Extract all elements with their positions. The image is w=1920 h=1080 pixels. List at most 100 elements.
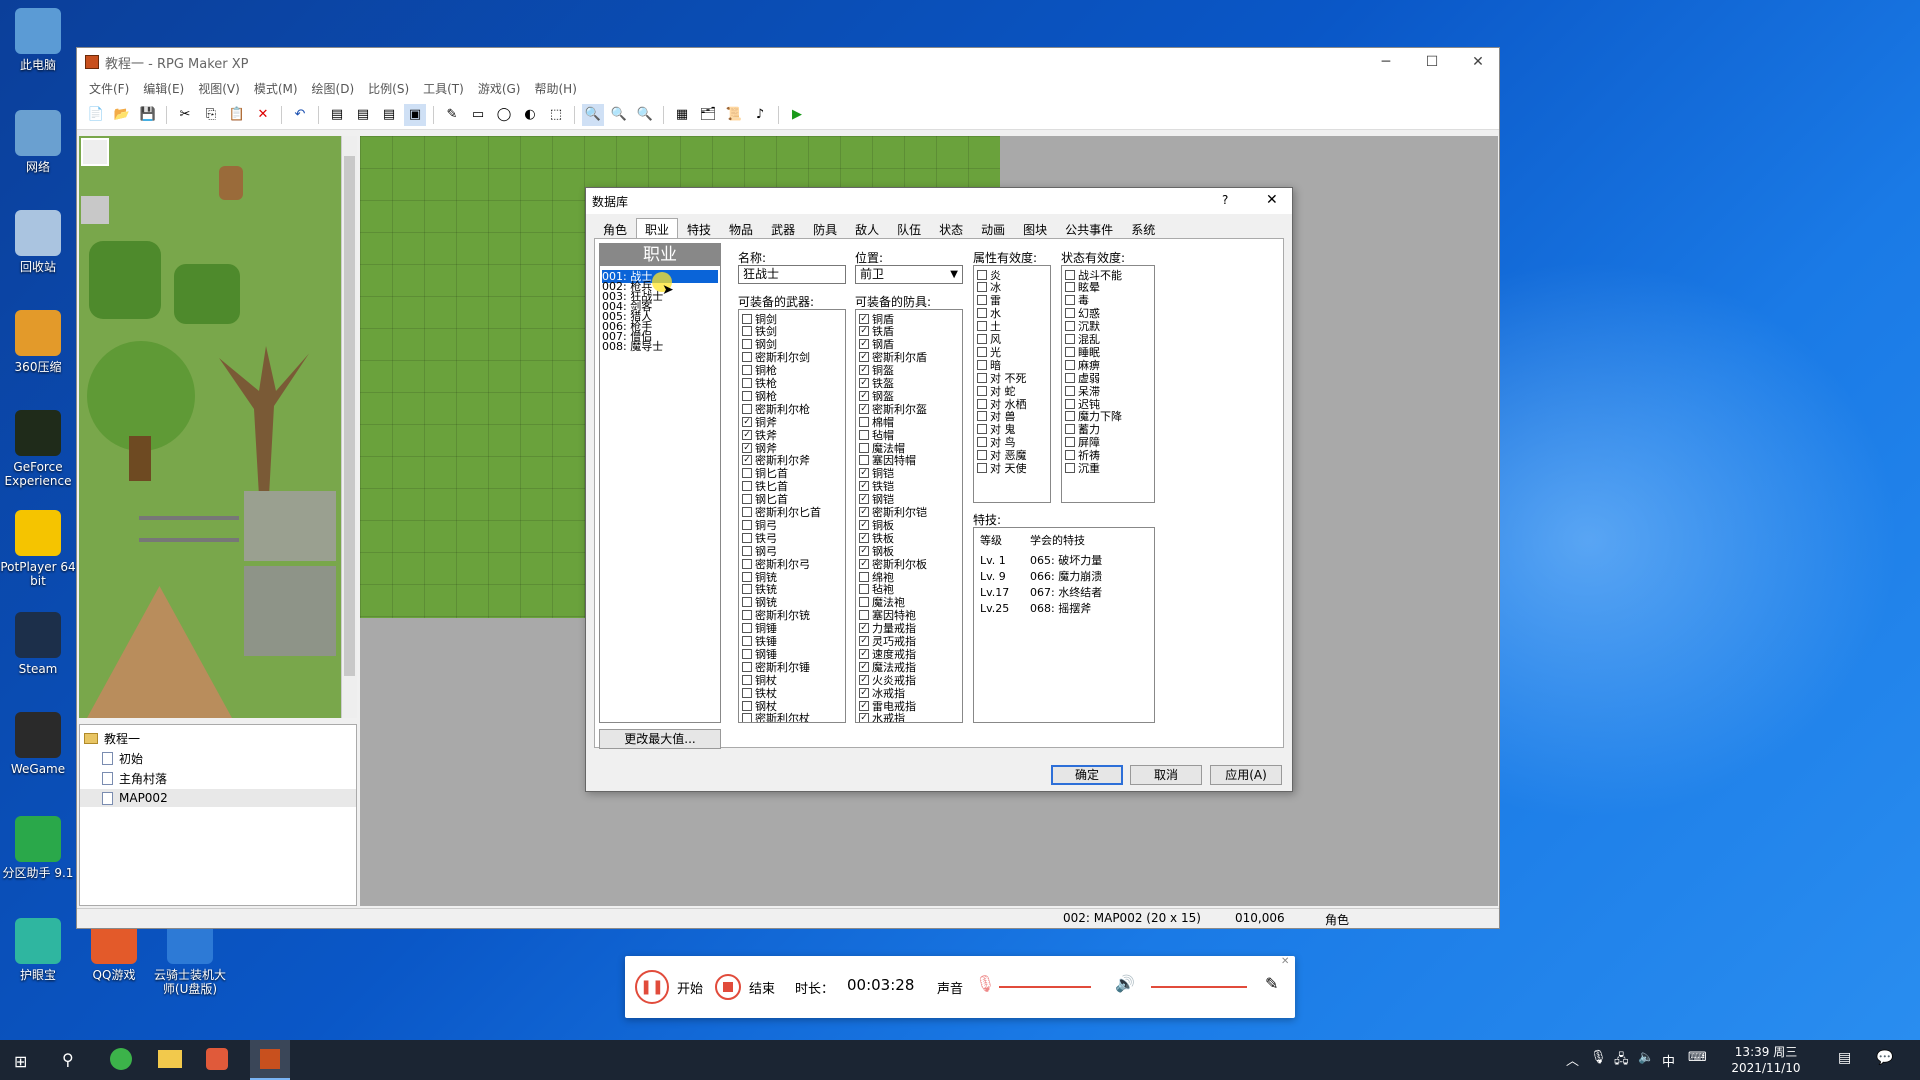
menu-item[interactable]: 游戏(G) (474, 78, 525, 99)
checkbox[interactable] (1065, 269, 1075, 280)
checkbox[interactable] (859, 584, 869, 595)
paste-icon[interactable]: 📋 (226, 104, 248, 126)
checkbox[interactable] (1065, 308, 1075, 319)
zoom-4-icon[interactable]: 🔍 (634, 104, 656, 126)
layer1-icon[interactable]: ▤ (326, 104, 348, 126)
checkbox[interactable] (742, 571, 752, 582)
desktop-icon[interactable]: 分区助手 9.1 (0, 816, 76, 880)
checkbox[interactable]: ✓ (742, 442, 752, 453)
notes-icon[interactable]: ▤ (1838, 1050, 1851, 1066)
tab-4[interactable]: 武器 (762, 218, 804, 238)
minimize-button[interactable]: ─ (1363, 48, 1409, 76)
menu-item[interactable]: 编辑(E) (139, 78, 188, 99)
checkbox[interactable] (977, 437, 987, 448)
skill-level[interactable]: Lv.17 (980, 586, 1009, 599)
checkbox[interactable] (859, 442, 869, 453)
tab-9[interactable]: 动画 (972, 218, 1014, 238)
checkbox[interactable] (742, 481, 752, 492)
skill-name[interactable]: 065: 破坏力量 (1030, 554, 1102, 567)
checkbox-row[interactable]: 沉重 (1065, 462, 1100, 475)
cut-icon[interactable]: ✂ (174, 104, 196, 126)
checkbox[interactable] (742, 623, 752, 634)
zoom-2-icon[interactable]: 🔍 (608, 104, 630, 126)
ok-button[interactable]: 确定 (1051, 765, 1123, 785)
checkbox[interactable] (742, 687, 752, 698)
checkbox[interactable] (977, 346, 987, 357)
checkbox[interactable]: ✓ (859, 713, 869, 722)
rpgmaker-taskbar-item[interactable] (250, 1040, 290, 1080)
speaker-icon[interactable]: 🔊 (1115, 974, 1135, 993)
tab-12[interactable]: 系统 (1122, 218, 1164, 238)
desktop-icon[interactable]: PotPlayer 64 bit (0, 510, 76, 588)
checkbox[interactable]: ✓ (859, 468, 869, 479)
tab-1[interactable]: 职业 (636, 218, 679, 238)
play-icon[interactable]: ▶ (786, 104, 808, 126)
checkbox[interactable] (1065, 321, 1075, 332)
checkbox[interactable] (742, 519, 752, 530)
checkbox[interactable]: ✓ (859, 313, 869, 324)
new-icon[interactable]: 📄 (85, 104, 107, 126)
checkbox[interactable]: ✓ (859, 519, 869, 530)
tileset-palette[interactable] (79, 136, 341, 718)
checkbox[interactable] (977, 463, 987, 473)
element-list[interactable]: 炎冰雷水土风光暗对 不死对 蛇对 水栖对 兽对 鬼对 鸟对 恶魔对 天使 (973, 265, 1051, 503)
checkbox[interactable] (859, 429, 869, 440)
tree-item[interactable]: 初始 (102, 749, 143, 767)
checkbox[interactable] (742, 507, 752, 517)
checkbox[interactable]: ✓ (859, 636, 869, 646)
checkbox[interactable] (742, 610, 752, 621)
checkbox-row[interactable]: 对 天使 (977, 462, 1027, 475)
checkbox[interactable]: ✓ (859, 403, 869, 414)
skill-level[interactable]: Lv. 1 (980, 554, 1006, 567)
apply-button[interactable]: 应用(A) (1210, 765, 1282, 785)
rectangle-icon[interactable]: ▭ (467, 104, 489, 126)
mic-volume-slider[interactable] (999, 986, 1091, 988)
checkbox[interactable]: ✓ (742, 429, 752, 440)
open-icon[interactable]: 📂 (111, 104, 133, 126)
notification-icon[interactable]: 💬 (1876, 1050, 1893, 1066)
desktop-icon[interactable]: 360压缩 (0, 310, 76, 374)
menu-item[interactable]: 视图(V) (194, 78, 244, 99)
checkbox[interactable] (742, 597, 752, 608)
state-list[interactable]: 战斗不能 眩晕毒幻惑 沉默 混乱 睡眠 麻痹 虚弱 呆滞 迟钝 魔力下降 蓄力 屏障 祈祷 沉重 (1061, 265, 1155, 503)
pencil-icon[interactable]: ✎ (441, 104, 463, 126)
checkbox[interactable] (859, 455, 869, 466)
cancel-button[interactable]: 取消 (1130, 765, 1202, 785)
menu-item[interactable]: 比例(S) (364, 78, 413, 99)
checkbox[interactable] (742, 326, 752, 337)
tab-2[interactable]: 特技 (678, 218, 720, 238)
recorder-close-icon[interactable]: ✕ (1281, 956, 1289, 967)
skills-list[interactable]: 等级 学会的特技 Lv. 1 065: 破坏力量 Lv. 9 066: 魔力崩溃 Lv.… (973, 527, 1155, 723)
volume-icon[interactable]: 🔈 (1638, 1050, 1654, 1065)
position-select[interactable]: 前卫 ▼ (855, 265, 963, 284)
scroll-thumb[interactable] (344, 156, 355, 676)
tray-mic-icon[interactable]: 🎙 (1590, 1050, 1607, 1065)
checkbox[interactable] (1065, 295, 1075, 306)
checkbox[interactable]: ✓ (859, 481, 869, 492)
checkbox[interactable] (742, 339, 752, 350)
ime-indicator[interactable]: 中 (1662, 1051, 1675, 1070)
tree-item-selected[interactable]: MAP002 (80, 789, 356, 807)
checkbox[interactable] (742, 584, 752, 595)
checkbox[interactable]: ✓ (859, 674, 869, 685)
checkbox[interactable]: ✓ (859, 558, 869, 569)
checkbox[interactable]: ✓ (859, 390, 869, 401)
checkbox[interactable] (742, 468, 752, 479)
checkbox[interactable] (1065, 437, 1075, 448)
tab-3[interactable]: 物品 (720, 218, 762, 238)
checkbox[interactable]: ✓ (859, 623, 869, 634)
recorder-taskbar-icon[interactable] (206, 1048, 228, 1070)
microphone-icon[interactable]: 🎙 (975, 974, 995, 993)
tray-chevron-icon[interactable]: ︿ (1566, 1050, 1579, 1069)
tab-10[interactable]: 图块 (1014, 218, 1056, 238)
skill-level[interactable]: Lv.25 (980, 602, 1009, 615)
checkbox[interactable] (1065, 463, 1075, 473)
tree-item[interactable]: 主角村落 (102, 769, 167, 787)
material-icon[interactable]: 🗂 (697, 104, 719, 126)
checkbox[interactable] (1065, 398, 1075, 409)
checkbox[interactable] (977, 385, 987, 396)
browser-taskbar-icon[interactable] (110, 1048, 132, 1070)
search-icon[interactable]: ⚲ (62, 1050, 74, 1069)
checkbox[interactable] (977, 269, 987, 280)
menu-item[interactable]: 工具(T) (419, 78, 468, 99)
